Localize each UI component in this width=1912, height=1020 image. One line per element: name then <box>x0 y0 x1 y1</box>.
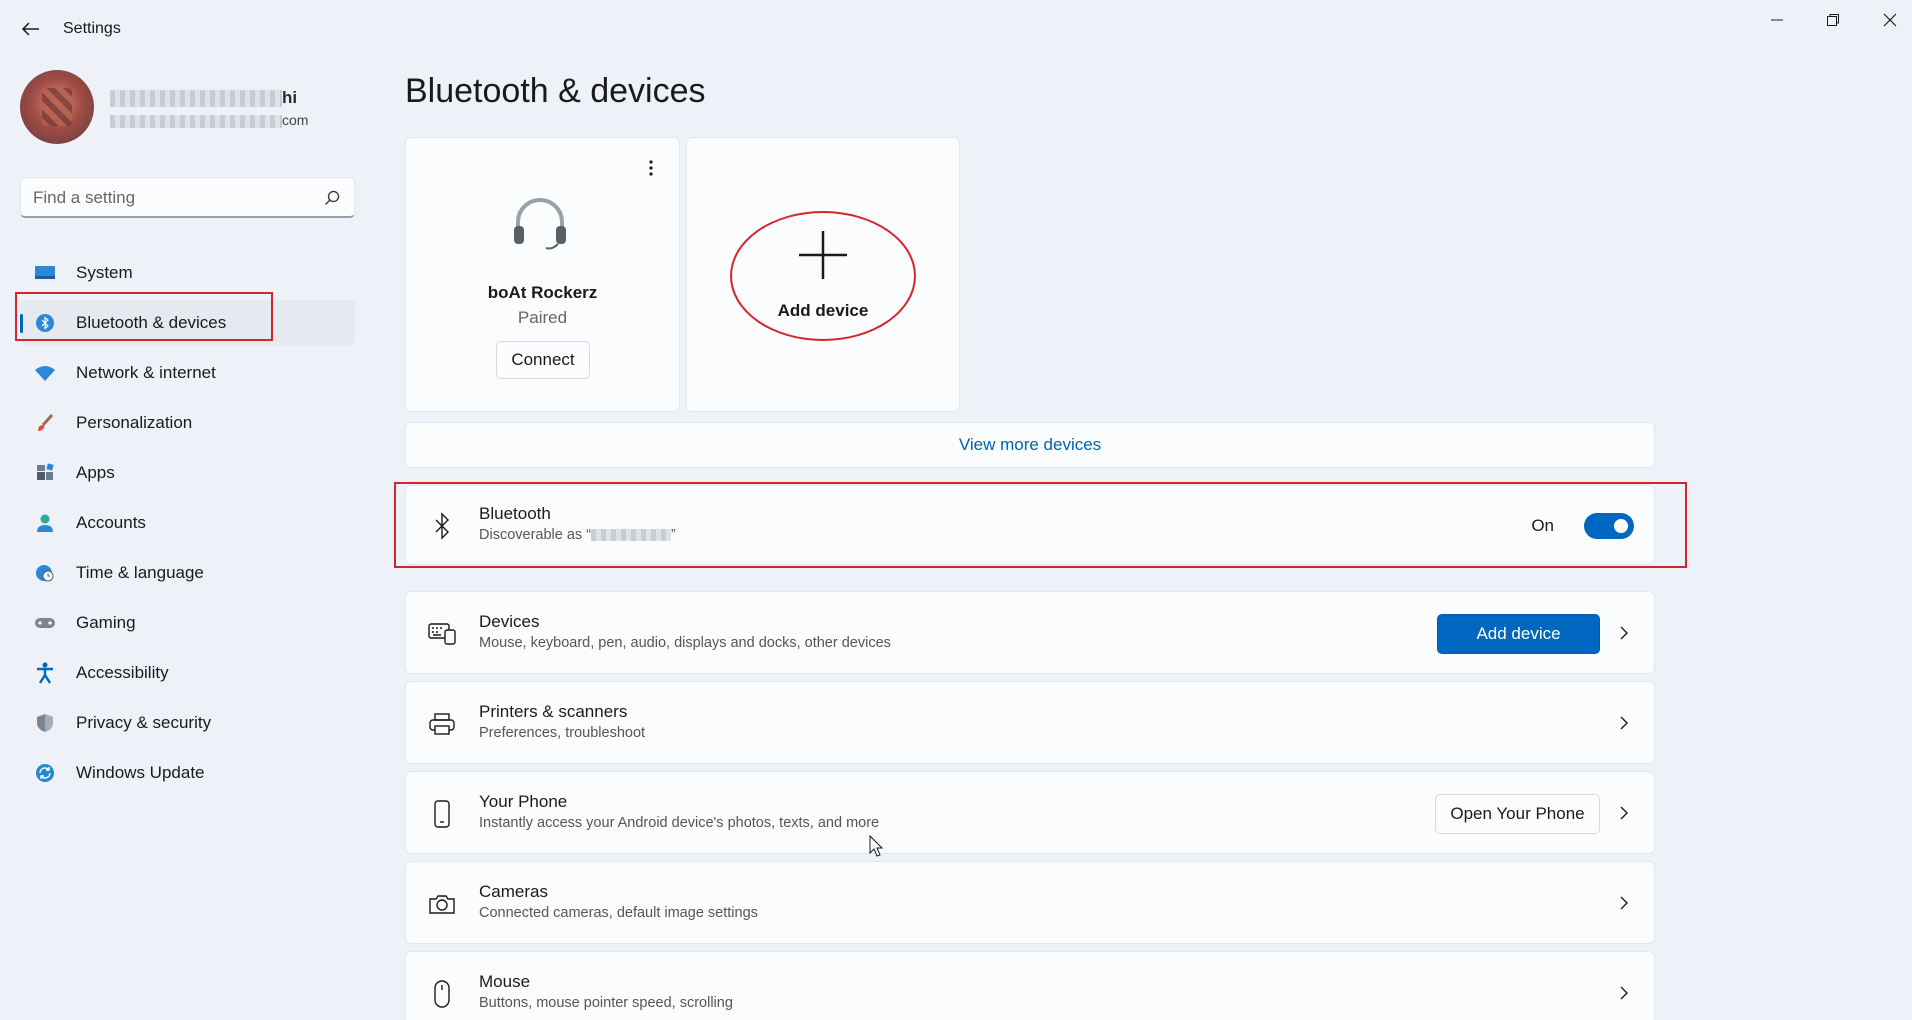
profile-name: hi <box>110 88 297 108</box>
sidebar-item-label: Privacy & security <box>76 713 212 732</box>
device-name: boAt Rockerz <box>487 283 598 302</box>
sidebar-item-label: Personalization <box>76 413 193 432</box>
headphones-icon <box>514 198 566 250</box>
sidebar-item-label: Accounts <box>76 513 146 532</box>
paired-device-card: boAt Rockerz Paired Connect <box>405 137 680 412</box>
bluetooth-icon <box>34 312 56 334</box>
back-arrow-icon[interactable] <box>18 16 44 42</box>
bluetooth-subtitle-suffix: ” <box>671 527 676 543</box>
sidebar-item-apps[interactable]: Apps <box>20 450 355 496</box>
keyboard-device-icon <box>428 620 456 648</box>
sidebar-item-label: Accessibility <box>76 663 169 682</box>
sidebar-item-label: Apps <box>76 463 115 482</box>
row-title: Mouse <box>479 972 531 991</box>
mouse-row[interactable]: Mouse Buttons, mouse pointer speed, scro… <box>405 951 1655 1020</box>
row-title: Devices <box>479 612 540 631</box>
sidebar-item-accounts[interactable]: Accounts <box>20 500 355 546</box>
device-status: Paired <box>517 308 568 327</box>
printer-icon <box>428 710 456 738</box>
sidebar-item-label: Gaming <box>76 613 136 632</box>
sidebar-item-privacy[interactable]: Privacy & security <box>20 700 355 746</box>
row-subtitle: Instantly access your Android device's p… <box>479 815 880 831</box>
mouse-icon <box>428 980 456 1008</box>
update-icon <box>34 762 56 784</box>
add-device-label: Add device <box>777 301 869 320</box>
chevron-right-icon[interactable] <box>1616 893 1632 913</box>
page-title: Bluetooth & devices <box>405 72 706 110</box>
close-icon[interactable] <box>1870 8 1910 32</box>
accessibility-icon <box>34 662 56 684</box>
sidebar-item-label: System <box>76 263 133 282</box>
shield-icon <box>34 712 56 734</box>
gamepad-icon <box>34 612 56 634</box>
connect-button[interactable]: Connect <box>496 341 590 379</box>
bluetooth-toggle[interactable] <box>1584 513 1634 539</box>
open-your-phone-button[interactable]: Open Your Phone <box>1435 794 1600 834</box>
more-options-icon[interactable] <box>641 156 661 180</box>
minimize-icon[interactable] <box>1757 8 1797 32</box>
sidebar-item-label: Network & internet <box>76 363 216 382</box>
your-phone-row[interactable]: Your Phone Instantly access your Android… <box>405 771 1655 854</box>
plus-icon <box>799 231 847 279</box>
wifi-icon <box>34 362 56 384</box>
bluetooth-subtitle-prefix: Discoverable as “ <box>479 527 592 543</box>
toggle-state-label: On <box>1531 516 1554 535</box>
bluetooth-title: Bluetooth <box>479 504 551 523</box>
person-icon <box>34 512 56 534</box>
profile-name-text: hi <box>282 88 298 107</box>
add-device-card[interactable]: Add device <box>686 137 960 412</box>
row-subtitle: Preferences, troubleshoot <box>479 725 646 741</box>
app-title: Settings <box>63 20 121 37</box>
redacted-text <box>110 114 282 128</box>
row-title: Cameras <box>479 882 548 901</box>
sidebar-nav: System Bluetooth & devices Network & int… <box>20 250 355 800</box>
row-subtitle: Buttons, mouse pointer speed, scrolling <box>479 995 733 1011</box>
system-icon <box>34 262 56 284</box>
chevron-right-icon[interactable] <box>1616 623 1632 643</box>
sidebar-item-personalization[interactable]: Personalization <box>20 400 355 446</box>
add-device-button[interactable]: Add device <box>1437 614 1600 654</box>
brush-icon <box>34 412 56 434</box>
phone-icon <box>428 800 456 828</box>
view-more-devices-link[interactable]: View more devices <box>405 422 1655 468</box>
chevron-right-icon[interactable] <box>1616 803 1632 823</box>
sidebar-item-label: Time & language <box>76 563 204 582</box>
row-title: Your Phone <box>479 792 568 811</box>
restore-icon[interactable] <box>1813 8 1853 32</box>
bluetooth-icon <box>428 512 456 540</box>
camera-icon <box>428 890 456 918</box>
sidebar-item-network[interactable]: Network & internet <box>20 350 355 396</box>
apps-icon <box>34 462 56 484</box>
cameras-row[interactable]: Cameras Connected cameras, default image… <box>405 861 1655 944</box>
search-icon[interactable] <box>324 190 340 206</box>
sidebar-item-label: Bluetooth & devices <box>76 313 227 332</box>
sidebar-item-windows-update[interactable]: Windows Update <box>20 750 355 796</box>
sidebar-item-accessibility[interactable]: Accessibility <box>20 650 355 696</box>
devices-row[interactable]: Devices Mouse, keyboard, pen, audio, dis… <box>405 591 1655 674</box>
title-bar: Settings <box>0 0 1912 58</box>
chevron-right-icon[interactable] <box>1616 983 1632 1003</box>
sidebar-item-system[interactable]: System <box>20 250 355 296</box>
profile-email-text: com <box>282 112 309 128</box>
row-subtitle: Connected cameras, default image setting… <box>479 905 758 921</box>
sidebar-item-label: Windows Update <box>76 763 205 782</box>
sidebar-item-time-language[interactable]: Time & language <box>20 550 355 596</box>
row-subtitle: Mouse, keyboard, pen, audio, displays an… <box>479 635 891 651</box>
bluetooth-row: Bluetooth Discoverable as “ ” On <box>405 485 1655 565</box>
view-more-label: View more devices <box>958 435 1102 454</box>
redacted-text <box>591 529 672 542</box>
sidebar-item-bluetooth-devices[interactable]: Bluetooth & devices <box>20 300 355 346</box>
avatar[interactable] <box>20 70 94 144</box>
globe-clock-icon <box>34 562 56 584</box>
search-input[interactable] <box>33 186 313 210</box>
profile-email: com <box>110 112 308 128</box>
redacted-text <box>110 90 282 108</box>
bluetooth-subtitle: Discoverable as “ ” <box>479 527 676 543</box>
sidebar-item-gaming[interactable]: Gaming <box>20 600 355 646</box>
printers-row[interactable]: Printers & scanners Preferences, trouble… <box>405 681 1655 764</box>
row-title: Printers & scanners <box>479 702 628 721</box>
chevron-right-icon[interactable] <box>1616 713 1632 733</box>
search-box[interactable] <box>20 177 355 218</box>
